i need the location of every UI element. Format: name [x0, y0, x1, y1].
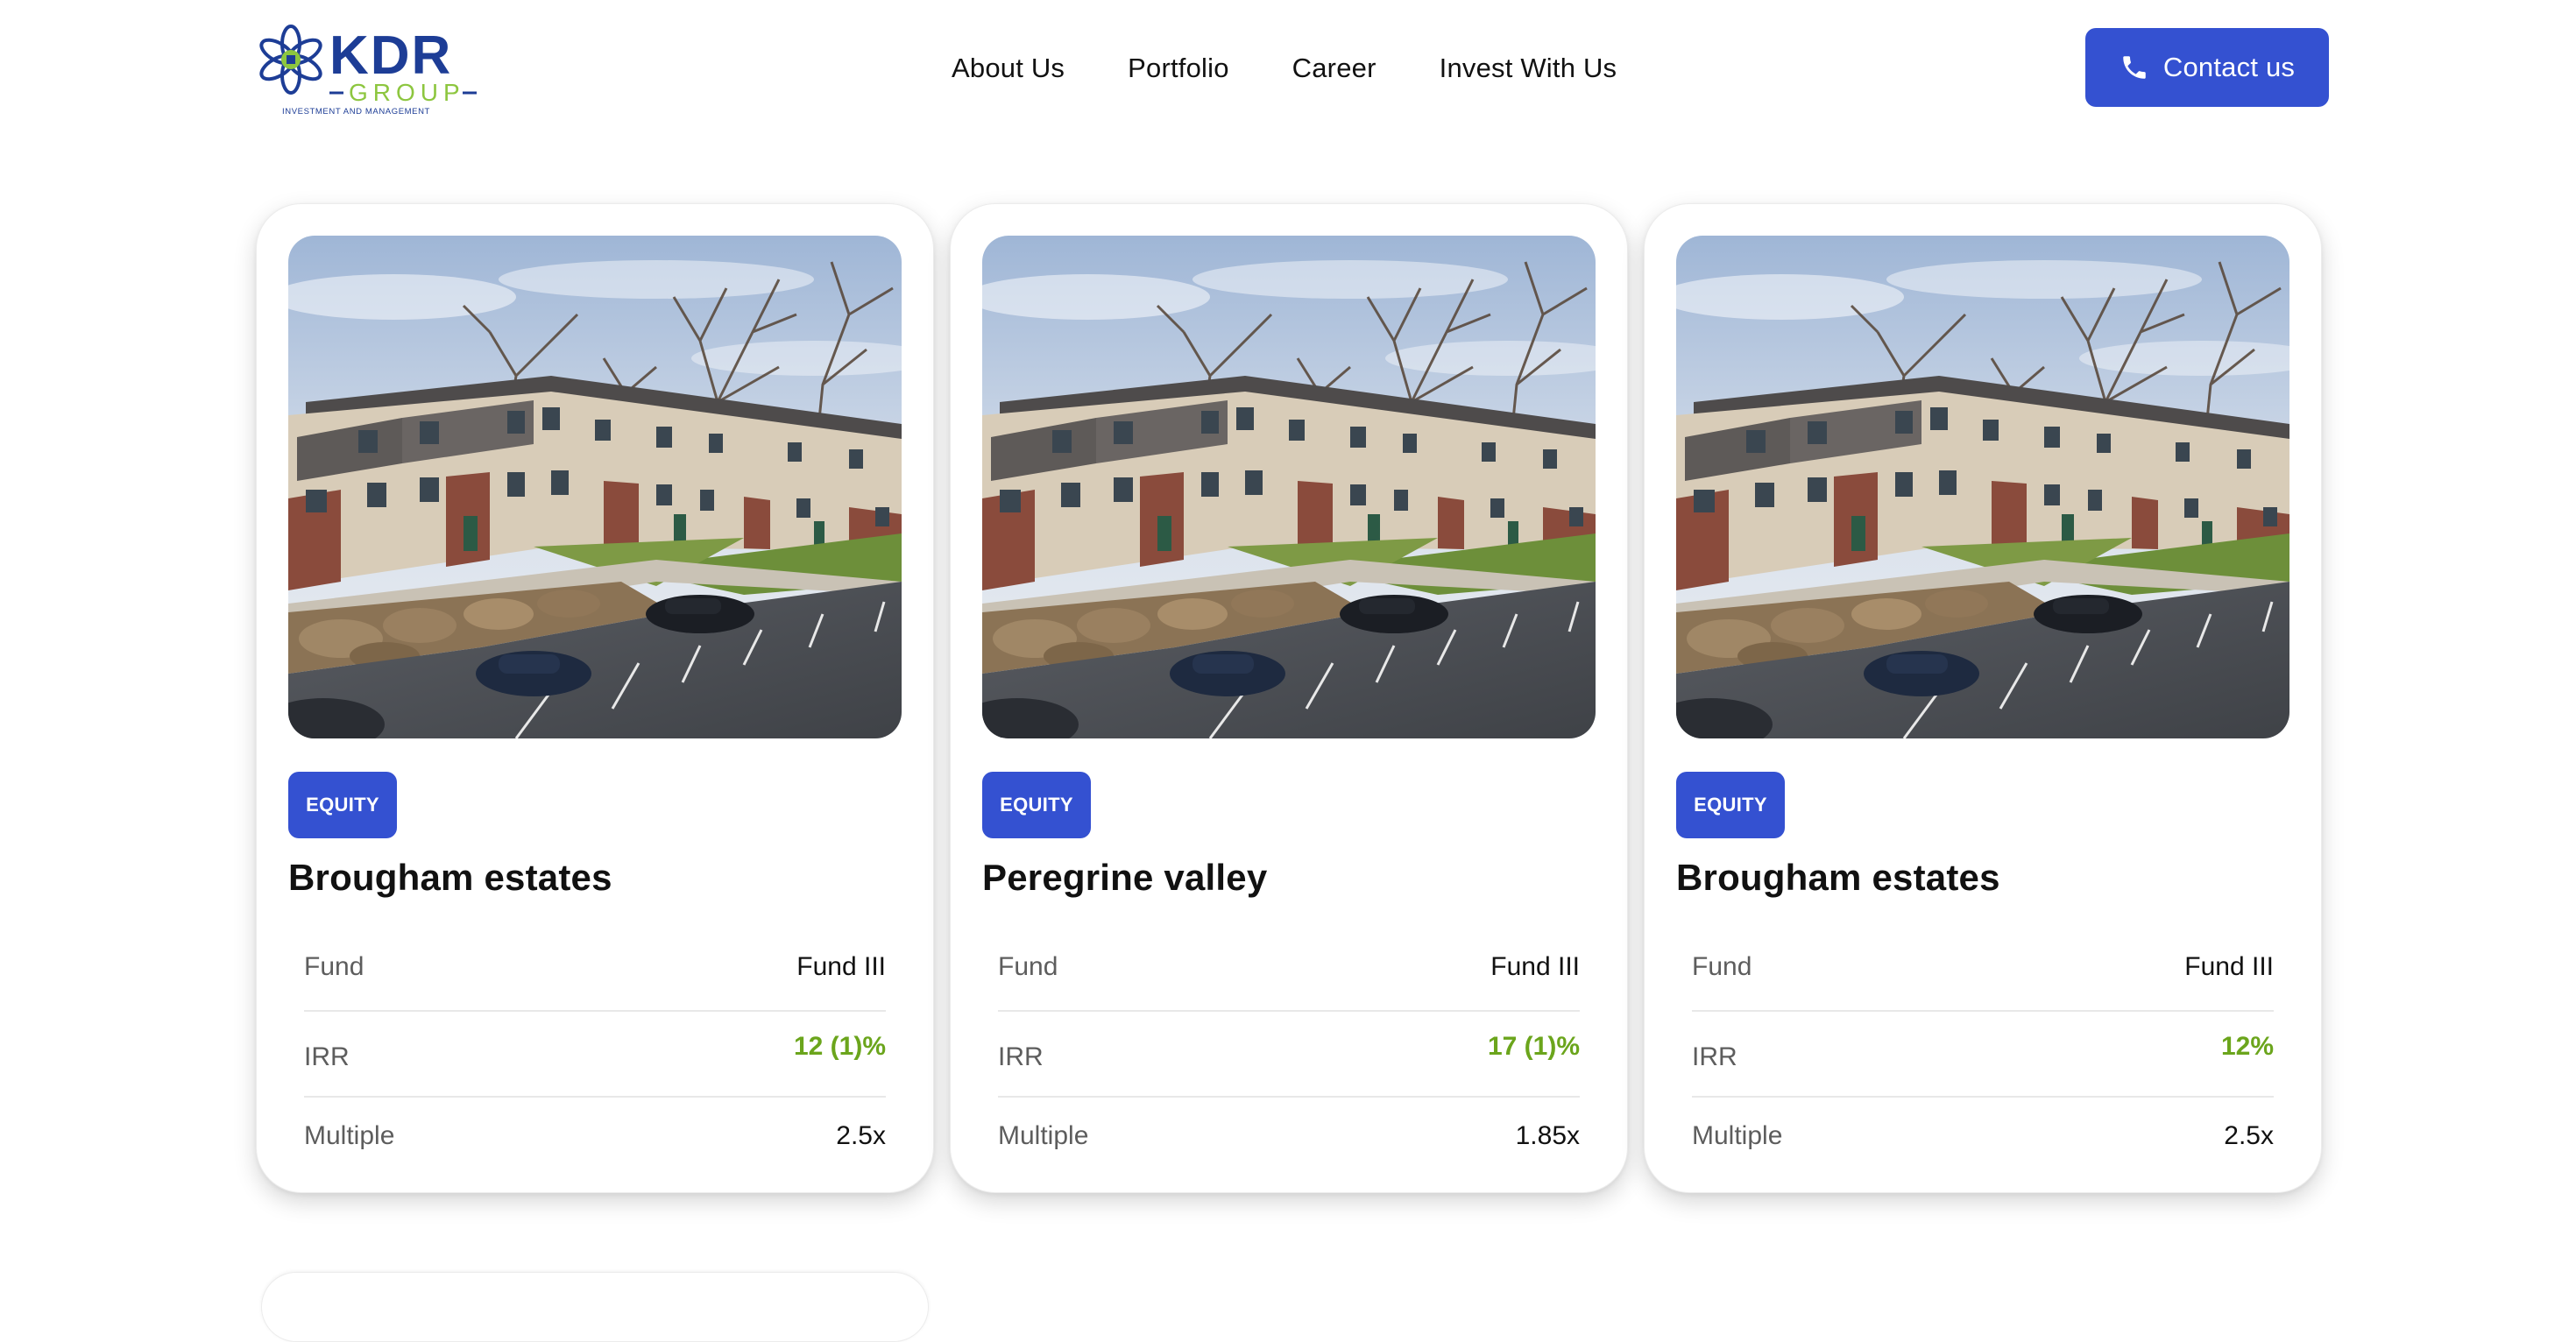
nav-invest-with-us[interactable]: Invest With Us: [1440, 53, 1617, 84]
stat-label: IRR: [1692, 1042, 1737, 1071]
property-stats: Fund Fund III IRR 12 (1)% Multiple 2.5x: [304, 924, 886, 1175]
stat-value: 2.5x: [2224, 1121, 2274, 1150]
stat-value: 17 (1)%: [1487, 1032, 1580, 1061]
stat-value: 1.85x: [1515, 1121, 1580, 1150]
nav-career[interactable]: Career: [1292, 53, 1376, 84]
stat-row-fund: Fund Fund III: [1692, 924, 2274, 1012]
stat-value: Fund III: [1490, 952, 1580, 981]
main-nav: About Us Portfolio Career Invest With Us: [952, 47, 1617, 89]
equity-badge: EQUITY: [982, 772, 1091, 838]
property-card[interactable]: EQUITY Peregrine valley Fund Fund III IR…: [950, 203, 1628, 1193]
property-card[interactable]: EQUITY Brougham estates Fund Fund III IR…: [1644, 203, 2322, 1193]
stat-label: IRR: [998, 1042, 1044, 1071]
portfolio-cards: EQUITY Brougham estates Fund Fund III IR…: [256, 203, 2324, 1193]
logo-kdr-text: KDR: [329, 25, 452, 86]
stat-value: Fund III: [2184, 952, 2274, 981]
stat-row-multiple: Multiple 2.5x: [1692, 1098, 2274, 1175]
stat-label: IRR: [304, 1042, 350, 1071]
stat-row-multiple: Multiple 2.5x: [304, 1098, 886, 1175]
stat-label: Fund: [1692, 952, 1752, 981]
stat-row-irr: IRR 17 (1)%: [998, 1012, 1580, 1098]
stat-row-irr: IRR 12%: [1692, 1012, 2274, 1098]
stat-value: 2.5x: [836, 1121, 886, 1150]
property-photo: [288, 236, 902, 738]
property-title: Brougham estates: [1676, 857, 2000, 898]
stat-row-fund: Fund Fund III: [304, 924, 886, 1012]
stat-label: Multiple: [998, 1121, 1089, 1150]
site-header: KDR GROUP INVESTMENT AND MANAGEMENT Abou…: [0, 0, 2576, 140]
stat-label: Fund: [998, 952, 1058, 981]
property-card-partial[interactable]: [261, 1272, 929, 1342]
stat-value: Fund III: [796, 952, 886, 981]
stat-row-multiple: Multiple 1.85x: [998, 1098, 1580, 1175]
star-flower-logo-icon: [259, 25, 322, 95]
contact-us-label: Contact us: [2162, 52, 2296, 82]
nav-about-us[interactable]: About Us: [952, 53, 1065, 84]
stat-label: Multiple: [304, 1121, 395, 1150]
stat-label: Multiple: [1692, 1121, 1783, 1150]
property-stats: Fund Fund III IRR 17 (1)% Multiple 1.85x: [998, 924, 1580, 1175]
equity-badge: EQUITY: [288, 772, 397, 838]
property-card[interactable]: EQUITY Brougham estates Fund Fund III IR…: [256, 203, 934, 1193]
property-title: Peregrine valley: [982, 857, 1268, 898]
stat-label: Fund: [304, 952, 364, 981]
stat-row-fund: Fund Fund III: [998, 924, 1580, 1012]
property-stats: Fund Fund III IRR 12% Multiple 2.5x: [1692, 924, 2274, 1175]
phone-icon: [2120, 53, 2149, 82]
kdr-group-logo[interactable]: KDR GROUP INVESTMENT AND MANAGEMENT: [256, 23, 484, 117]
property-photo: [1676, 236, 2289, 738]
logo-group-text: GROUP: [349, 79, 465, 106]
stat-row-irr: IRR 12 (1)%: [304, 1012, 886, 1098]
logo-tagline: INVESTMENT AND MANAGEMENT: [282, 107, 430, 117]
stat-value: 12 (1)%: [793, 1032, 886, 1061]
contact-us-button[interactable]: Contact us: [2085, 28, 2329, 107]
nav-portfolio[interactable]: Portfolio: [1128, 53, 1229, 84]
property-photo: [982, 236, 1596, 738]
equity-badge: EQUITY: [1676, 772, 1785, 838]
stat-value: 12%: [2220, 1032, 2274, 1061]
property-title: Brougham estates: [288, 857, 612, 898]
